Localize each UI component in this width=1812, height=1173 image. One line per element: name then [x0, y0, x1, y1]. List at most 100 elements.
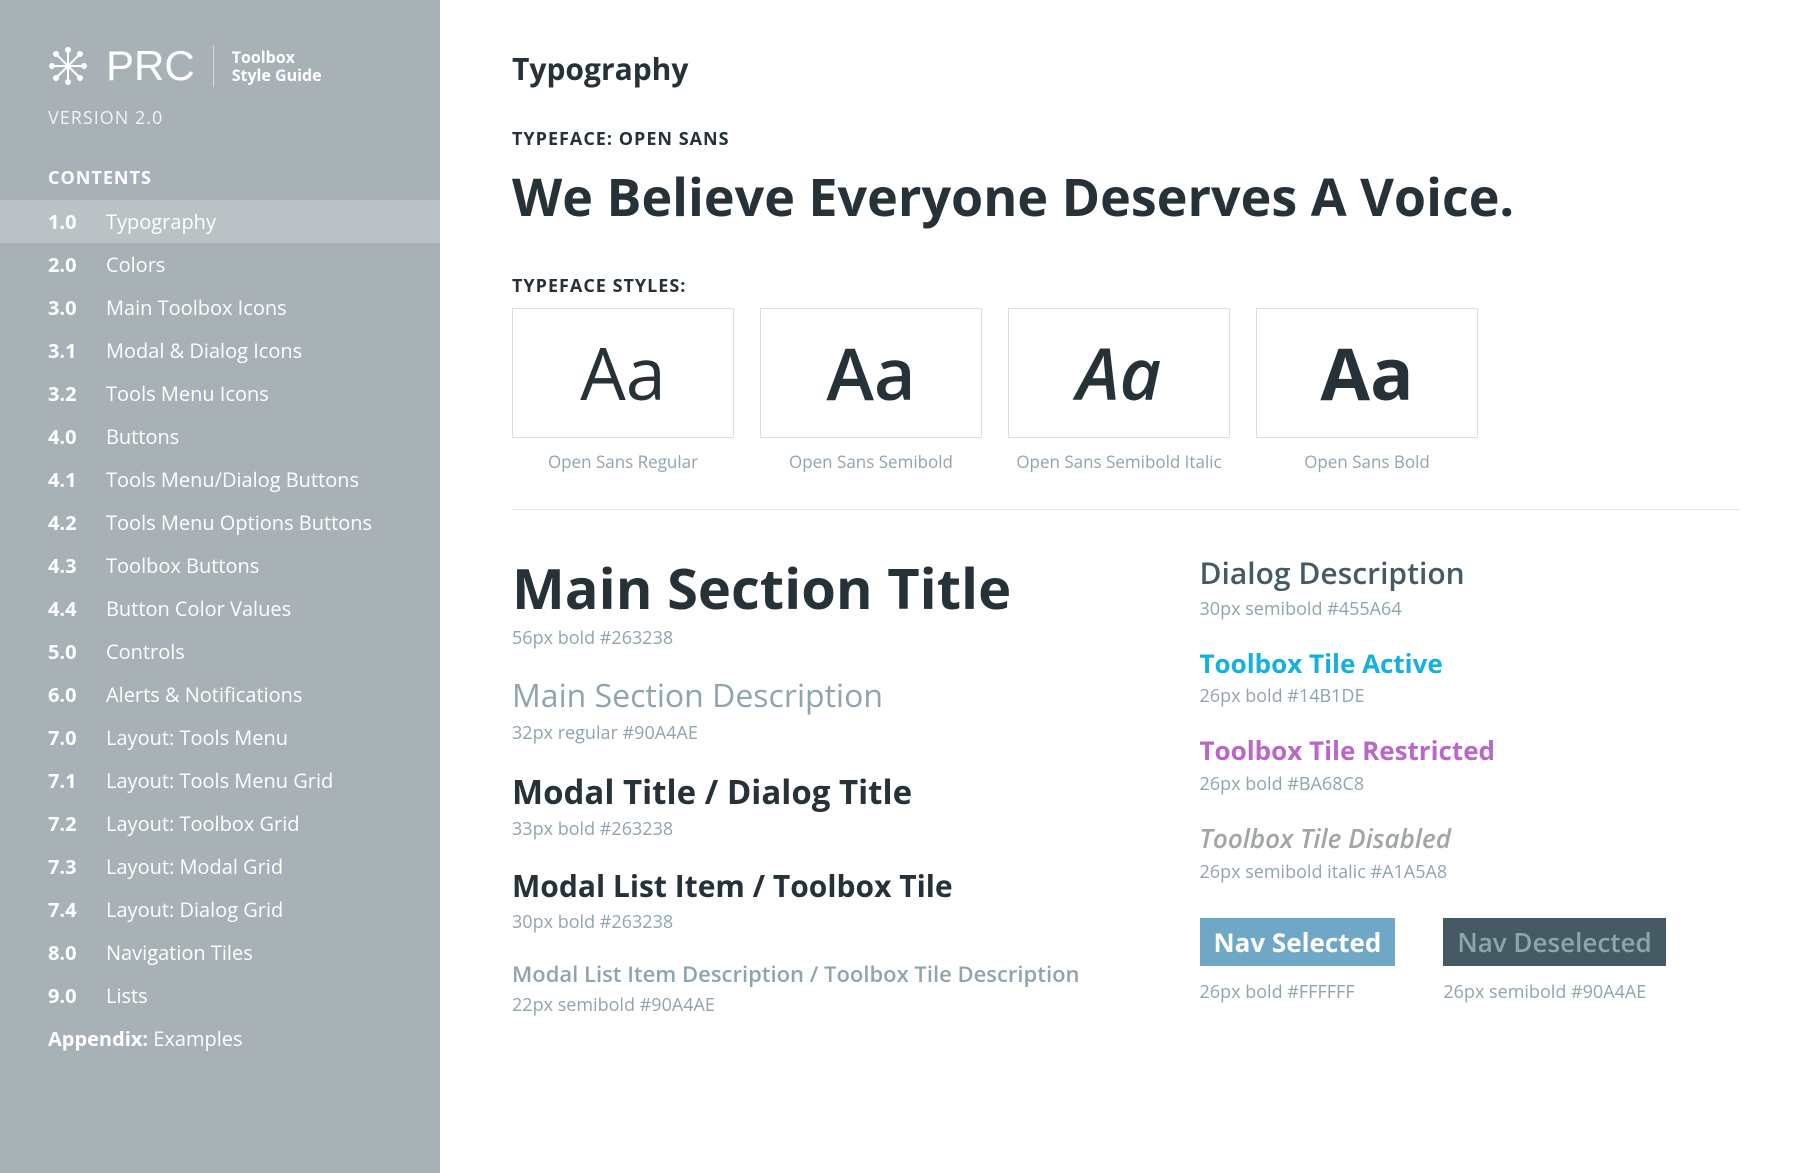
- brand-logo-icon: [48, 46, 88, 86]
- type-spec-sample: Modal List Item Description / Toolbox Ti…: [512, 962, 1080, 987]
- sidebar-item-label: Buttons: [106, 423, 179, 450]
- type-spec-sample: Main Section Title: [512, 556, 1080, 620]
- type-spec-sample: Toolbox Tile Active: [1200, 649, 1666, 679]
- page-title: Typography: [512, 48, 1740, 89]
- typeface-style-card: AaOpen Sans Semibold Italic: [1008, 308, 1230, 473]
- sidebar-item-number: 5.0: [48, 638, 86, 665]
- sidebar-item-number: 4.3: [48, 552, 86, 579]
- sidebar-item-label: Lists: [106, 982, 148, 1009]
- sidebar-item-label: Tools Menu Icons: [106, 380, 269, 407]
- sidebar-item-7-0[interactable]: 7.0Layout: Tools Menu: [0, 716, 440, 759]
- type-spec-meta: 32px regular #90A4AE: [512, 721, 1080, 745]
- sidebar-item-label: Colors: [106, 251, 165, 278]
- sidebar-item-number: 3.0: [48, 294, 86, 321]
- sidebar-item-label: Tools Menu Options Buttons: [106, 509, 372, 536]
- sidebar-item-2-0[interactable]: 2.0 Colors: [0, 243, 440, 286]
- type-specs: Main Section Title56px bold #263238Main …: [512, 556, 1740, 1045]
- type-spec-meta: 26px semibold #90A4AE: [1443, 980, 1665, 1004]
- typeface-style-caption: Open Sans Semibold Italic: [1016, 450, 1221, 473]
- sidebar-item-label: Appendix: Examples: [48, 1025, 243, 1052]
- sidebar-item-label: Layout: Modal Grid: [106, 853, 283, 880]
- nav-chip-selected-col: Nav Selected 26px bold #FFFFFF: [1200, 918, 1396, 1004]
- brand-sub-line2: Style Guide: [232, 66, 322, 84]
- sidebar-item-4-1[interactable]: 4.1Tools Menu/Dialog Buttons: [0, 458, 440, 501]
- sidebar-item-label: Alerts & Notifications: [106, 681, 302, 708]
- sidebar-item-number: 7.1: [48, 767, 86, 794]
- nav-chip-row: Nav Selected26px bold #FFFFFFNav Deselec…: [1200, 918, 1666, 1004]
- sidebar-item-label: Button Color Values: [106, 595, 291, 622]
- sidebar-item-7-1[interactable]: 7.1 Layout: Tools Menu Grid: [0, 759, 440, 802]
- contents-nav: 1.0Typography 2.0 Colors 3.0 Main Toolbox Ic…: [0, 200, 440, 1060]
- type-spec-sample: Modal Title / Dialog Title: [512, 773, 1080, 811]
- type-specs-left: Main Section Title56px bold #263238Main …: [512, 556, 1080, 1045]
- sidebar-item-label: Typography: [106, 208, 216, 235]
- sidebar-item-number: 6.0: [48, 681, 86, 708]
- type-spec-block: Modal List Item / Toolbox Tile 30px bold …: [512, 869, 1080, 934]
- type-spec-block: Toolbox Tile Disabled26px semibold itali…: [1200, 824, 1666, 884]
- type-spec-block: Main Section Description 32px regular #90…: [512, 678, 1080, 745]
- sidebar-item-label: Layout: Dialog Grid: [106, 896, 283, 923]
- sidebar-item-number: 2.0: [48, 251, 86, 278]
- sidebar-item-number: 7.3: [48, 853, 86, 880]
- sidebar-item-number: 8.0: [48, 939, 86, 966]
- sidebar-item-number: 4.2: [48, 509, 86, 536]
- type-specs-right: Dialog Description 30px semibold #455A64 T…: [1200, 556, 1666, 1045]
- sidebar-item-4-0[interactable]: 4.0 Buttons: [0, 415, 440, 458]
- sidebar-item-4-2[interactable]: 4.2 Tools Menu Options Buttons: [0, 501, 440, 544]
- sidebar-item-number: 7.2: [48, 810, 86, 837]
- sidebar-item-7-3[interactable]: 7.3 Layout: Modal Grid: [0, 845, 440, 888]
- headline-sample: We Believe Everyone Deserves A Voice.: [512, 161, 1740, 232]
- typeface-style-caption: Open Sans Semibold: [789, 450, 953, 473]
- typeface-style-card: Aa Open Sans Regular: [512, 308, 734, 473]
- nav-chip-selected: Nav Selected: [1200, 918, 1396, 966]
- sidebar-item-number: 4.0: [48, 423, 86, 450]
- brand: PRC Toolbox Style Guide: [0, 42, 440, 98]
- type-spec-sample: Main Section Description: [512, 678, 1080, 715]
- sidebar-item-label: Main Toolbox Icons: [106, 294, 287, 321]
- typeface-sample-box: Aa: [1256, 308, 1478, 438]
- typeface-sample-box: Aa: [512, 308, 734, 438]
- sidebar: PRC Toolbox Style Guide VERSION 2.0 CONT…: [0, 0, 440, 1173]
- type-spec-sample: Toolbox Tile Restricted: [1200, 736, 1666, 766]
- sidebar-item-appendix[interactable]: Appendix: Examples: [0, 1017, 440, 1060]
- version-label: VERSION 2.0: [0, 98, 440, 158]
- typeface-style-caption: Open Sans Bold: [1304, 450, 1430, 473]
- sidebar-item-1-0[interactable]: 1.0Typography: [0, 200, 440, 243]
- type-spec-meta: 26px bold #FFFFFF: [1200, 980, 1396, 1004]
- sidebar-item-3-0[interactable]: 3.0 Main Toolbox Icons: [0, 286, 440, 329]
- sidebar-item-3-1[interactable]: 3.1 Modal & Dialog Icons: [0, 329, 440, 372]
- type-spec-sample: Modal List Item / Toolbox Tile: [512, 869, 1080, 904]
- typeface-style-caption: Open Sans Regular: [548, 450, 698, 473]
- brand-separator: [213, 45, 214, 87]
- typeface-styles-row: Aa Open Sans Regular Aa Open Sans Semibold A…: [512, 308, 1740, 473]
- sidebar-item-6-0[interactable]: 6.0 Alerts & Notifications: [0, 673, 440, 716]
- sidebar-item-number: 3.1: [48, 337, 86, 364]
- sidebar-item-9-0[interactable]: 9.0Lists: [0, 974, 440, 1017]
- type-spec-block: Toolbox Tile Restricted26px bold #BA68C8: [1200, 736, 1666, 796]
- type-spec-meta: 33px bold #263238: [512, 817, 1080, 841]
- sidebar-item-3-2[interactable]: 3.2 Tools Menu Icons: [0, 372, 440, 415]
- sidebar-item-number: 4.4: [48, 595, 86, 622]
- typeface-sample-box: Aa: [760, 308, 982, 438]
- type-spec-sample: Dialog Description: [1200, 556, 1666, 591]
- brand-subtitle: Toolbox Style Guide: [232, 48, 322, 85]
- type-spec-meta: 30px semibold #455A64: [1200, 597, 1666, 621]
- type-spec-meta: 30px bold #263238: [512, 910, 1080, 934]
- section-divider: [512, 509, 1740, 510]
- type-spec-block: Modal Title / Dialog Title 33px bold #263…: [512, 773, 1080, 841]
- sidebar-item-7-4[interactable]: 7.4Layout: Dialog Grid: [0, 888, 440, 931]
- sidebar-item-8-0[interactable]: 8.0 Navigation Tiles: [0, 931, 440, 974]
- sidebar-item-number: 3.2: [48, 380, 86, 407]
- sidebar-item-7-2[interactable]: 7.2Layout: Toolbox Grid: [0, 802, 440, 845]
- sidebar-item-5-0[interactable]: 5.0Controls: [0, 630, 440, 673]
- sidebar-item-label: Toolbox Buttons: [106, 552, 259, 579]
- typeface-styles-label: TYPEFACE STYLES:: [512, 274, 1740, 298]
- sidebar-item-4-3[interactable]: 4.3 Toolbox Buttons: [0, 544, 440, 587]
- sidebar-item-label: Layout: Tools Menu Grid: [106, 767, 333, 794]
- sidebar-item-4-4[interactable]: 4.4 Button Color Values: [0, 587, 440, 630]
- type-spec-meta: 22px semibold #90A4AE: [512, 993, 1080, 1017]
- brand-name: PRC: [106, 42, 195, 90]
- typeface-style-card: Aa Open Sans Bold: [1256, 308, 1478, 473]
- sidebar-item-label: Navigation Tiles: [106, 939, 253, 966]
- sidebar-item-label: Modal & Dialog Icons: [106, 337, 302, 364]
